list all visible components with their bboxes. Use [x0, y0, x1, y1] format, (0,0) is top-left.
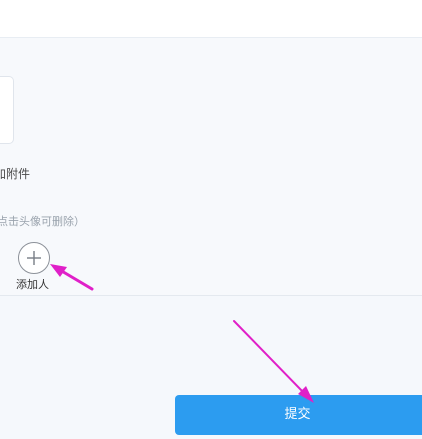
plus-circle-icon[interactable]: [18, 242, 50, 274]
top-panel: [0, 0, 422, 38]
add-attachment-link[interactable]: 加附件: [0, 165, 30, 182]
add-person-button[interactable]: 添加人: [16, 242, 56, 294]
form-panel: 加附件 点击头像可删除） 添加人: [0, 38, 422, 296]
annotation-arrow-submit: [233, 320, 305, 394]
submit-button[interactable]: 提交: [175, 395, 422, 435]
submit-button-label: 提交: [284, 407, 311, 422]
add-person-label: 添加人: [16, 278, 49, 291]
description-textarea[interactable]: [0, 76, 14, 144]
remove-hint-text: 点击头像可删除）: [0, 215, 85, 228]
